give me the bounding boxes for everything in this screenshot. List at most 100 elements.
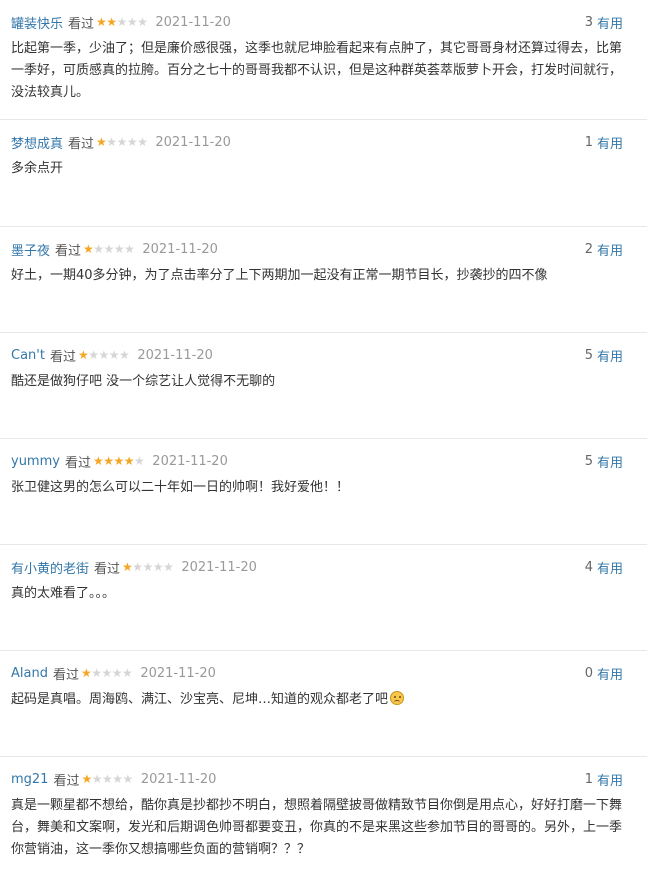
review-content: 多余点开: [11, 158, 626, 180]
useful-vote: 1 有用: [585, 769, 623, 789]
watched-label: 看过: [53, 773, 80, 789]
rating-stars: ★ ★ ★ ★ ★: [96, 135, 148, 149]
star-icon: ★: [98, 348, 110, 362]
review-date: 2021-11-20: [181, 559, 257, 575]
review-meta: mg21 看过 ★ ★ ★ ★ ★ 2021-11-20: [11, 769, 216, 789]
reviewer-name-link[interactable]: 墨子夜: [11, 240, 50, 259]
useful-button[interactable]: 有用: [597, 240, 623, 259]
rating-stars: ★ ★ ★ ★ ★: [92, 454, 145, 468]
review-item: 墨子夜 看过 ★ ★ ★ ★ ★ 2021-11-20 2 有用 好土，一期40多分钟，…: [0, 227, 647, 333]
star-icon: ★: [106, 135, 117, 149]
rating-stars: ★ ★ ★ ★ ★: [78, 348, 130, 362]
star-icon: ★: [132, 560, 143, 574]
review-content: 真是一颗星都不想给，酷你真是抄都抄不明白，想照着隔壁披哥做精致节目你倒是用点心，…: [11, 795, 626, 861]
review-meta: 梦想成真 看过 ★ ★ ★ ★ ★ 2021-11-20: [11, 132, 231, 152]
sad-face-icon: [390, 691, 405, 705]
useful-count: 1: [584, 134, 593, 150]
review-date: 2021-11-20: [155, 134, 231, 150]
watched-label: 看过: [68, 136, 95, 152]
review-date: 2021-11-20: [142, 241, 218, 257]
watched-label: 看过: [94, 561, 121, 577]
rating-stars: ★ ★ ★ ★ ★: [96, 15, 148, 29]
star-icon: ★: [124, 242, 135, 256]
rating-stars: ★ ★ ★ ★ ★: [83, 242, 135, 256]
review-item: Aland 看过 ★ ★ ★ ★ ★ 2021-11-20 0 有用 起码是真唱。周海鸥…: [0, 651, 647, 757]
rating-stars: ★ ★ ★ ★ ★: [81, 666, 133, 680]
review-meta: Aland 看过 ★ ★ ★ ★ ★ 2021-11-20: [11, 663, 216, 683]
reviewer-name-link[interactable]: 罐装快乐: [11, 13, 63, 32]
useful-vote: 5 有用: [585, 345, 623, 365]
useful-button[interactable]: 有用: [597, 664, 623, 683]
star-icon: ★: [122, 666, 133, 680]
useful-button[interactable]: 有用: [597, 346, 623, 365]
review-item: Can't 看过 ★ ★ ★ ★ ★ 2021-11-20 5 有用 酷还是做狗仔吧 没…: [0, 333, 647, 439]
review-meta: yummy 看过 ★ ★ ★ ★ ★ 2021-11-20: [11, 451, 228, 471]
star-icon: ★: [88, 348, 99, 362]
review-content: 比起第一季，少油了；但是廉价感很强，这季也就尼坤脸看起来有点肿了，其它哥哥身材还…: [11, 38, 626, 104]
star-icon: ★: [103, 454, 114, 468]
useful-count: 2: [584, 241, 593, 257]
review-content: 起码是真唱。周海鸥、满江、沙宝亮、尼坤…知道的观众都老了吧: [11, 689, 626, 711]
review-date: 2021-11-20: [155, 14, 231, 30]
star-icon: ★: [152, 560, 164, 574]
useful-count: 5: [584, 453, 593, 469]
useful-count: 0: [584, 665, 593, 681]
reviewer-name-link[interactable]: yummy: [11, 454, 60, 469]
useful-button[interactable]: 有用: [597, 452, 623, 471]
review-text: 酷还是做狗仔吧 没一个综艺让人觉得不无聊的: [11, 374, 276, 389]
star-icon: ★: [122, 772, 134, 786]
useful-count: 1: [584, 771, 593, 787]
star-icon: ★: [113, 242, 125, 256]
useful-count: 4: [584, 559, 593, 575]
review-meta: Can't 看过 ★ ★ ★ ★ ★ 2021-11-20: [11, 345, 213, 365]
reviewer-name-link[interactable]: 梦想成真: [11, 133, 63, 152]
star-icon: ★: [91, 666, 102, 680]
review-item: 罐装快乐 看过 ★ ★ ★ ★ ★ 2021-11-20 3 有用 比起第一季，少油了；…: [0, 0, 647, 120]
star-icon: ★: [108, 348, 120, 362]
useful-vote: 5 有用: [585, 451, 623, 471]
star-icon: ★: [142, 560, 154, 574]
review-text: 比起第一季，少油了；但是廉价感很强，这季也就尼坤脸看起来有点肿了，其它哥哥身材还…: [11, 41, 623, 100]
star-icon: ★: [96, 135, 107, 149]
review-date: 2021-11-20: [140, 771, 217, 787]
star-icon: ★: [101, 666, 113, 680]
useful-vote: 4 有用: [585, 557, 623, 577]
watched-label: 看过: [52, 667, 79, 683]
reviewer-name-link[interactable]: Can't: [11, 348, 45, 363]
star-icon: ★: [134, 454, 145, 468]
star-icon: ★: [91, 772, 103, 786]
useful-count: 3: [584, 14, 593, 30]
star-icon: ★: [113, 454, 125, 468]
review-meta: 墨子夜 看过 ★ ★ ★ ★ ★ 2021-11-20: [11, 239, 218, 259]
review-content: 真的太难看了。。。: [11, 583, 626, 605]
review-item: yummy 看过 ★ ★ ★ ★ ★ 2021-11-20 5 有用 张卫健这男的怎么可…: [0, 439, 647, 545]
useful-button[interactable]: 有用: [597, 13, 623, 32]
review-date: 2021-11-20: [152, 453, 228, 469]
useful-button[interactable]: 有用: [597, 558, 623, 577]
useful-button[interactable]: 有用: [597, 133, 623, 152]
review-date: 2021-11-20: [140, 665, 216, 681]
star-icon: ★: [137, 15, 148, 29]
useful-vote: 0 有用: [585, 663, 623, 683]
review-meta: 有小黄的老街 看过 ★ ★ ★ ★ ★ 2021-11-20: [11, 557, 257, 577]
reviewer-name-link[interactable]: Aland: [11, 666, 48, 681]
reviewer-name-link[interactable]: 有小黄的老街: [11, 558, 89, 577]
star-icon: ★: [92, 454, 104, 468]
watched-label: 看过: [68, 16, 95, 32]
review-meta: 罐装快乐 看过 ★ ★ ★ ★ ★ 2021-11-20: [11, 12, 231, 32]
useful-button[interactable]: 有用: [597, 770, 623, 789]
review-content: 酷还是做狗仔吧 没一个综艺让人觉得不无聊的: [11, 371, 626, 393]
review-content: 张卫健这男的怎么可以二十年如一日的帅啊！我好爱他！！: [11, 477, 626, 499]
star-icon: ★: [102, 772, 113, 786]
star-icon: ★: [116, 135, 128, 149]
review-text: 真的太难看了。。。: [11, 586, 116, 601]
review-date: 2021-11-20: [137, 347, 213, 363]
useful-vote: 2 有用: [585, 239, 623, 259]
rating-stars: ★ ★ ★ ★ ★: [81, 772, 134, 786]
review-text: 好土，一期40多分钟，为了点击率分了上下两期加一起没有正常一期节目长，抄袭抄的四…: [11, 268, 548, 283]
star-icon: ★: [112, 772, 123, 786]
useful-vote: 1 有用: [585, 132, 623, 152]
reviewer-name-link[interactable]: mg21: [11, 772, 48, 787]
watched-label: 看过: [55, 243, 82, 259]
review-text: 起码是真唱。周海鸥、满江、沙宝亮、尼坤…知道的观众都老了吧: [11, 692, 389, 707]
